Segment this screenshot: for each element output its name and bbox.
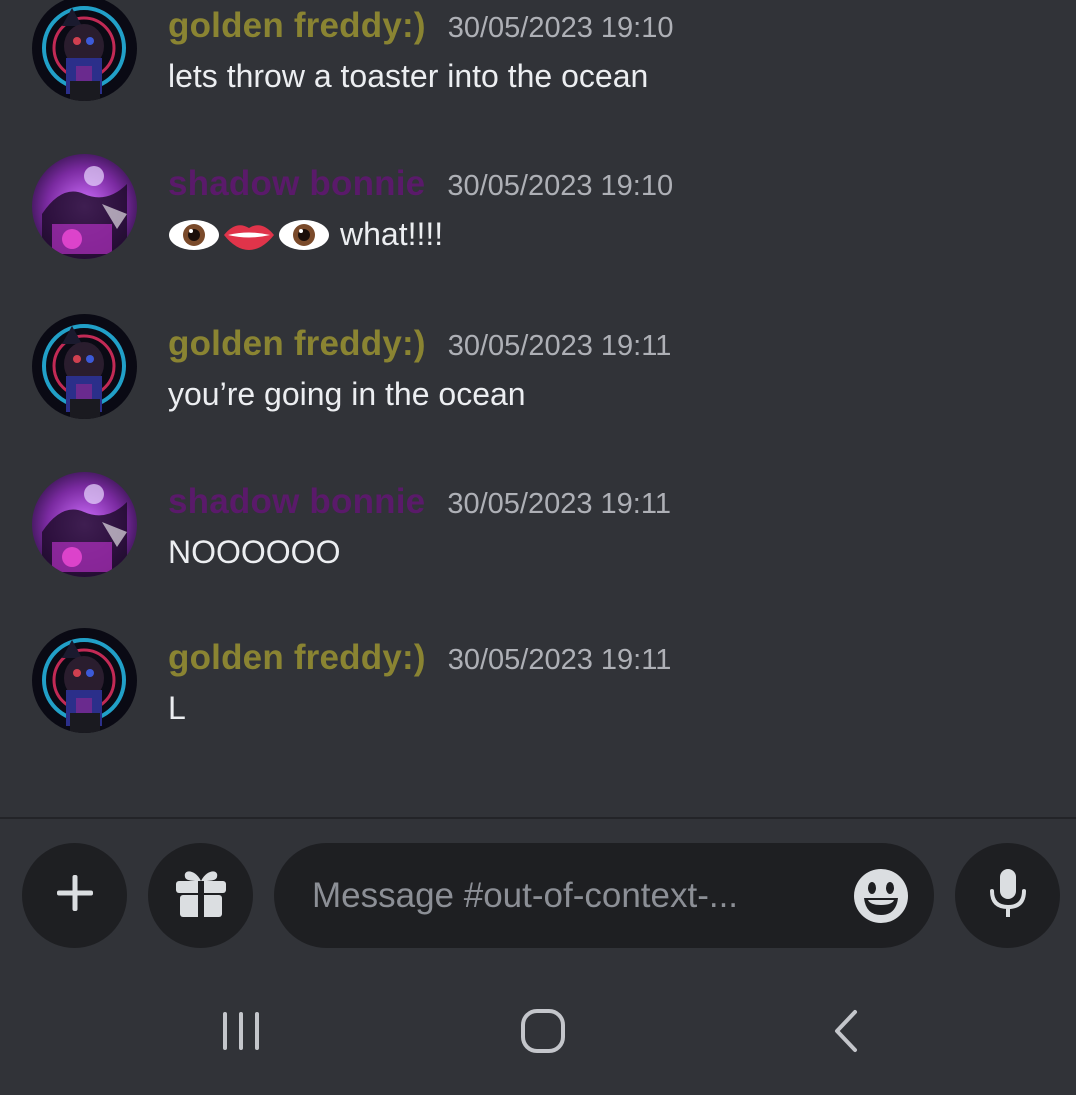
golden-freddy-avatar[interactable] [32,314,137,419]
message[interactable]: golden freddy:) 30/05/2023 19:11 L [0,628,1076,742]
message-timestamp: 30/05/2023 19:10 [447,12,674,44]
message-username[interactable]: golden freddy:) [168,6,426,46]
eye-emoji-icon [168,218,220,252]
shadow-bonnie-avatar[interactable] [32,472,137,577]
emoji-button[interactable] [852,867,910,925]
mouth-emoji-icon [222,218,276,252]
message-content: L [168,690,186,726]
message-content: what!!!! [340,216,444,252]
message-text: lets throw a toaster into the ocean [168,58,648,95]
add-attachment-button[interactable] [22,843,127,948]
golden-freddy-avatar[interactable] [32,628,137,733]
shadow-bonnie-avatar[interactable] [32,154,137,259]
recent-apps-button[interactable] [206,1003,276,1063]
message-text: what!!!! [168,216,443,253]
message-input[interactable] [310,869,834,923]
message-timestamp: 30/05/2023 19:11 [447,488,671,520]
gift-icon [173,867,229,924]
message-username[interactable]: golden freddy:) [168,638,426,678]
voice-message-button[interactable] [955,843,1060,948]
message-username[interactable]: shadow bonnie [168,482,425,522]
message-content: lets throw a toaster into the ocean [168,58,649,94]
message-timestamp: 30/05/2023 19:10 [447,170,674,202]
system-navigation-bar [0,969,1076,1095]
smile-icon [852,869,910,929]
microphone-icon [988,867,1028,924]
message-text: you’re going in the ocean [168,376,526,413]
message[interactable]: golden freddy:) 30/05/2023 19:10 lets th… [0,0,1076,110]
message-content: NOOOOOO [168,534,341,570]
recent-apps-icon [219,1010,263,1057]
message-content: you’re going in the ocean [168,376,526,412]
message[interactable]: shadow bonnie 30/05/2023 19:10 what!!!! [0,154,1076,268]
golden-freddy-avatar[interactable] [32,0,137,101]
back-icon [831,1008,861,1059]
gift-button[interactable] [148,843,253,948]
message[interactable]: golden freddy:) 30/05/2023 19:11 you’re … [0,314,1076,428]
message[interactable]: shadow bonnie 30/05/2023 19:11 NOOOOOO [0,472,1076,586]
plus-icon [55,873,95,918]
home-icon [520,1008,566,1059]
message-list: golden freddy:) 30/05/2023 19:10 lets th… [0,0,1076,818]
eye-emoji-icon [278,218,330,252]
back-button[interactable] [811,1003,881,1063]
message-timestamp: 30/05/2023 19:11 [447,330,672,362]
message-text: NOOOOOO [168,534,340,571]
message-timestamp: 30/05/2023 19:11 [447,644,672,676]
message-username[interactable]: shadow bonnie [168,164,425,204]
emoji-row [168,218,330,252]
message-username[interactable]: golden freddy:) [168,324,426,364]
message-text: L [168,690,186,727]
message-input-container[interactable] [274,843,934,948]
message-composer [0,819,1076,969]
home-button[interactable] [508,1003,578,1063]
